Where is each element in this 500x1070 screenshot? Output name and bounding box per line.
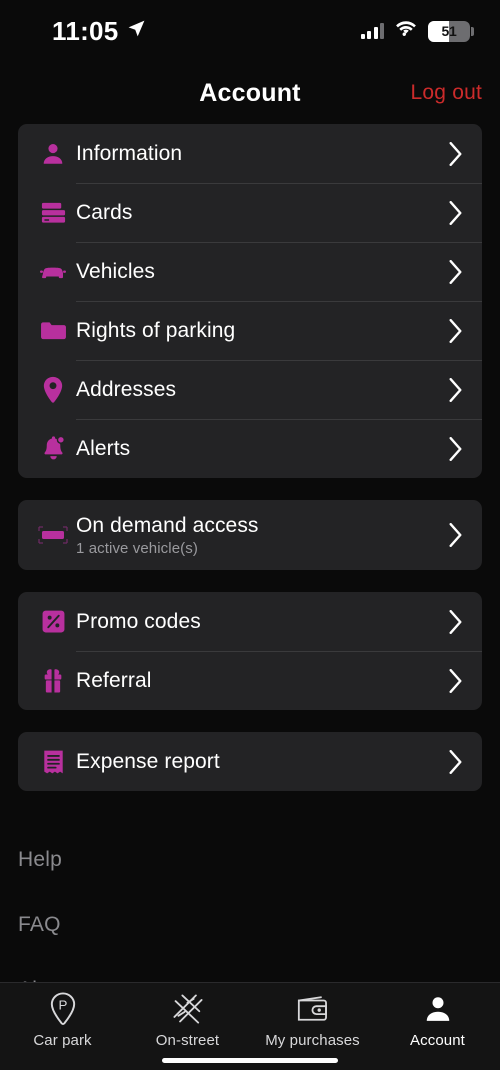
chevron-right-icon — [444, 377, 466, 402]
promo-section-card: Promo codes Referral — [18, 592, 482, 710]
menu-item-label: Rights of parking — [76, 318, 236, 342]
wifi-icon — [395, 20, 417, 42]
chevron-right-icon — [444, 318, 466, 343]
content-area: Information Cards Vehicles Rights of par… — [0, 124, 500, 791]
chevron-right-icon — [444, 200, 466, 225]
footer-link-help[interactable]: Help — [18, 827, 482, 892]
page-title: Account — [199, 78, 301, 107]
tab-car-park[interactable]: P Car park — [0, 992, 125, 1049]
menu-item-label: Addresses — [76, 377, 177, 401]
folder-icon — [30, 320, 76, 342]
menu-item-label: Promo codes — [76, 609, 201, 633]
location-arrow-icon — [127, 19, 146, 43]
car-icon — [30, 262, 76, 282]
expense-section-card: Expense report — [18, 732, 482, 791]
person-filled-icon — [423, 992, 453, 1026]
chevron-right-icon — [444, 609, 466, 634]
tab-on-street[interactable]: On-street — [125, 992, 250, 1049]
bottom-tab-bar: P Car park On-street My purchases Accoun… — [0, 982, 500, 1070]
logout-button[interactable]: Log out — [411, 81, 482, 105]
footer-link-faq[interactable]: FAQ — [18, 892, 482, 957]
parking-pin-icon: P — [48, 992, 78, 1026]
receipt-icon — [30, 749, 76, 775]
menu-item-promo-codes[interactable]: Promo codes — [18, 592, 482, 651]
chevron-right-icon — [444, 523, 466, 547]
menu-item-rights-of-parking[interactable]: Rights of parking — [18, 301, 482, 360]
status-bar-right: 51 — [360, 20, 474, 42]
nav-header: Account Log out — [0, 62, 500, 124]
menu-item-label: Vehicles — [76, 259, 156, 283]
menu-item-on-demand-access[interactable]: On demand access 1 active vehicle(s) — [18, 500, 482, 570]
license-plate-icon — [30, 526, 76, 544]
bell-icon — [30, 435, 76, 462]
tab-my-purchases[interactable]: My purchases — [250, 992, 375, 1049]
gift-icon — [30, 668, 76, 694]
chevron-right-icon — [444, 259, 466, 284]
tab-account[interactable]: Account — [375, 992, 500, 1049]
menu-item-label: Referral — [76, 668, 152, 692]
battery-indicator: 51 — [428, 20, 474, 42]
chevron-right-icon — [444, 668, 466, 693]
app-screen: 11:05 51 Account Log out Information Car… — [0, 0, 500, 1070]
percent-tag-icon — [30, 609, 76, 634]
svg-text:P: P — [58, 998, 67, 1013]
menu-item-addresses[interactable]: Addresses — [18, 360, 482, 419]
chevron-right-icon — [444, 141, 466, 166]
status-bar: 11:05 51 — [0, 0, 500, 62]
home-indicator — [162, 1058, 338, 1063]
chevron-right-icon — [444, 436, 466, 461]
tab-label: My purchases — [265, 1032, 360, 1049]
menu-item-expense-report[interactable]: Expense report — [18, 732, 482, 791]
menu-item-label: Information — [76, 141, 183, 165]
account-section-card: Information Cards Vehicles Rights of par… — [18, 124, 482, 478]
street-cross-icon — [171, 992, 205, 1026]
menu-item-label: Cards — [76, 200, 133, 224]
tab-label: Account — [410, 1032, 465, 1049]
menu-item-cards[interactable]: Cards — [18, 183, 482, 242]
menu-item-referral[interactable]: Referral — [18, 651, 482, 710]
cellular-signal-icon — [360, 23, 384, 39]
wallet-icon — [296, 992, 330, 1026]
menu-item-label: On demand access — [76, 513, 259, 537]
menu-item-label: Expense report — [76, 749, 220, 773]
status-time: 11:05 — [52, 15, 119, 46]
person-icon — [30, 141, 76, 167]
status-bar-left: 11:05 — [52, 16, 146, 47]
tab-label: On-street — [155, 1032, 220, 1049]
map-pin-icon — [30, 376, 76, 404]
credit-cards-icon — [30, 201, 76, 224]
menu-item-alerts[interactable]: Alerts — [18, 419, 482, 478]
menu-item-label: Alerts — [76, 436, 131, 460]
tab-label: Car park — [33, 1032, 92, 1049]
chevron-right-icon — [444, 749, 466, 774]
on-demand-section-card: On demand access 1 active vehicle(s) — [18, 500, 482, 570]
battery-level: 51 — [441, 23, 457, 39]
menu-item-information[interactable]: Information — [18, 124, 482, 183]
menu-item-vehicles[interactable]: Vehicles — [18, 242, 482, 301]
menu-item-sublabel: 1 active vehicle(s) — [76, 539, 198, 557]
